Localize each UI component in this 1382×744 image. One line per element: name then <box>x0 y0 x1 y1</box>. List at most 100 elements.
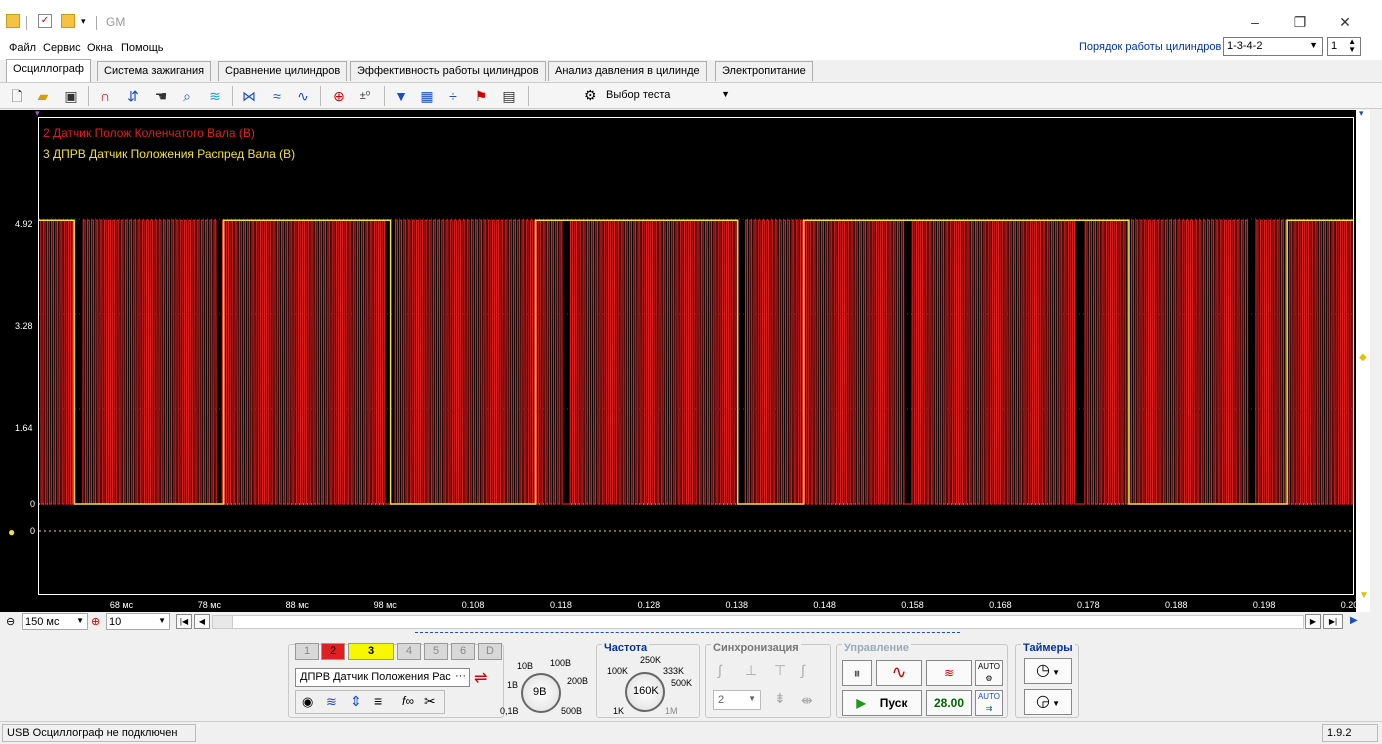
prev-page-button[interactable]: ◀ <box>194 614 210 629</box>
ellipsis-icon[interactable]: ··· <box>455 670 466 682</box>
chevron-down-icon: ▼ <box>748 694 756 703</box>
tab-cylinder-efficiency[interactable]: Эффективность работы цилиндров <box>350 61 546 81</box>
x-tick-label: 0.138 <box>725 600 748 610</box>
filter-icon[interactable]: ▼ <box>392 87 410 105</box>
start-label: Пуск <box>879 696 908 710</box>
zero-offset-icon[interactable]: ±⁰ <box>356 87 374 105</box>
multi-wave-button[interactable]: ≋ <box>926 660 972 686</box>
zero-level-marker[interactable]: ● <box>8 525 15 539</box>
menu-help[interactable]: Помощь <box>121 42 164 54</box>
channel-2-button[interactable]: 2 <box>321 643 345 660</box>
channel-4-button[interactable]: 4 <box>397 643 421 660</box>
waveform-overlay-icon[interactable]: ∿ <box>294 87 312 105</box>
marker-icon[interactable]: ⚑ <box>472 87 490 105</box>
menu-file[interactable]: Файл <box>9 42 36 54</box>
falling-edge-icon[interactable]: ∫ <box>801 662 805 678</box>
tab-ignition[interactable]: Система зажигания <box>97 61 212 81</box>
channel-6-button[interactable]: 6 <box>451 643 475 660</box>
split-icon[interactable]: ÷ <box>444 87 462 105</box>
single-wave-button[interactable]: ∿ <box>876 660 922 686</box>
channel-name-field[interactable]: ДПРВ Датчик Положения Рас ··· <box>295 668 470 687</box>
tools-icon[interactable]: ✂ <box>424 693 436 710</box>
quick-access-dropdown-icon[interactable]: ▾ <box>81 14 95 28</box>
table-icon[interactable]: ▦ <box>418 87 436 105</box>
restore-button[interactable]: ❐ <box>1290 12 1310 32</box>
channel-3-button[interactable]: 3 <box>348 643 394 660</box>
auto-trigger-icon[interactable]: ⊕ <box>330 87 348 105</box>
function-icon[interactable]: f∞ <box>402 694 414 708</box>
hand-icon[interactable]: ☚ <box>152 87 170 105</box>
tab-cylinder-pressure[interactable]: Анализ давления в цилинде <box>548 61 707 81</box>
zoom-select[interactable]: 10 ▼ <box>106 613 170 630</box>
cursor-icon[interactable]: ∩ <box>96 87 114 105</box>
time-div-select[interactable]: 150 мс ▼ <box>22 613 88 630</box>
sync-position-icon[interactable]: ⇼ <box>801 692 813 709</box>
horizontal-scrollbar[interactable] <box>212 615 1304 629</box>
scroll-thumb[interactable] <box>213 616 233 628</box>
cylinder-number-stepper[interactable]: 1 ▲ ▼ <box>1327 37 1361 56</box>
measure-icon[interactable]: ⇵ <box>124 87 142 105</box>
open-folder-icon[interactable]: ▰ <box>34 87 52 105</box>
minimize-button[interactable]: – <box>1245 12 1265 32</box>
waveform-compress-icon[interactable]: ⋈ <box>240 87 258 105</box>
first-page-button[interactable]: |◀ <box>176 614 192 629</box>
frequency-title: Частота <box>602 642 650 654</box>
app-title: GM <box>106 15 126 29</box>
tab-cylinder-compare[interactable]: Сравнение цилиндров <box>218 61 348 81</box>
pulse-up-icon[interactable]: ⊥ <box>745 662 757 679</box>
trigger-level-marker[interactable]: ◆ <box>1359 352 1367 363</box>
cylinder-order-select[interactable]: 1-3-4-2 ▼ <box>1223 37 1323 56</box>
channel-swap-icon[interactable]: ⇌ <box>474 668 487 688</box>
tab-power[interactable]: Электропитание <box>715 61 813 81</box>
next-page-button[interactable]: ▶ <box>1305 614 1321 629</box>
plot-area[interactable]: 2 Датчик Полож Коленчатого Вала (В) 3 ДП… <box>38 117 1354 595</box>
save-icon[interactable]: ▣ <box>62 87 80 105</box>
layers-icon[interactable]: ≋ <box>206 87 224 105</box>
channel-5-button[interactable]: 5 <box>424 643 448 660</box>
timer-2-button[interactable]: ◶ ▼ <box>1024 689 1072 715</box>
lines-icon[interactable]: ≡ <box>374 693 382 709</box>
timer-1-button[interactable]: ◷ ▼ <box>1024 658 1072 684</box>
channel-1-button[interactable]: 1 <box>295 643 319 660</box>
separator <box>96 16 97 30</box>
test-select[interactable]: ⚙ Выбор теста ▼ <box>578 86 736 106</box>
last-page-button[interactable]: ▶| <box>1323 614 1343 629</box>
pause-button[interactable]: ⏸ <box>842 660 872 686</box>
voltage-knob[interactable]: 9В <box>521 673 561 713</box>
sync-channel-value: 2 <box>718 694 725 706</box>
tab-oscilloscope[interactable]: Осциллограф <box>6 59 91 82</box>
eye-icon[interactable]: ◉ <box>302 694 313 710</box>
vertical-scale-icon[interactable]: ⇕ <box>350 693 362 710</box>
auto-sync-button[interactable]: AUTO ⇉ <box>975 690 1003 716</box>
auto-scale-button[interactable]: AUTO ⚙ <box>975 660 1003 686</box>
play-icon[interactable]: ▶ <box>1350 615 1358 626</box>
menu-service[interactable]: Сервис <box>43 42 81 54</box>
folder-open-icon[interactable] <box>61 14 75 28</box>
start-button[interactable]: ▶ Пуск <box>842 690 922 716</box>
zoom-out-icon[interactable]: ⊖ <box>6 615 15 628</box>
new-file-icon[interactable]: 🗋 <box>8 87 26 105</box>
cursor-marker[interactable]: ▾ <box>1359 108 1364 119</box>
series-crank-line <box>39 219 1353 505</box>
frequency-knob[interactable]: 160K <box>625 672 665 712</box>
channel-d-button[interactable]: D <box>478 643 502 660</box>
notes-icon[interactable]: ▤ <box>500 87 518 105</box>
sync-level-icon[interactable]: ⇟ <box>774 690 786 707</box>
folder-icon[interactable] <box>6 14 20 28</box>
checklist-icon[interactable]: ✓ <box>38 14 52 28</box>
zoom-icon[interactable]: ⌕ <box>178 87 196 105</box>
waveform-icon[interactable]: ≋ <box>326 694 337 710</box>
sync-channel-select[interactable]: 2 ▼ <box>713 690 761 710</box>
pulse-down-icon[interactable]: ⊤ <box>774 662 786 679</box>
zoom-in-icon[interactable]: ⊕ <box>91 615 100 628</box>
rising-edge-icon[interactable]: ∫ <box>718 662 722 678</box>
waveform-svg <box>39 218 1353 532</box>
rate-display[interactable]: 28.00 <box>926 690 972 716</box>
spin-arrows-icon[interactable]: ▲ ▼ <box>1348 38 1356 54</box>
splitter-handle[interactable] <box>415 632 960 637</box>
close-button[interactable]: ✕ <box>1335 12 1355 32</box>
waveform-stack-icon[interactable]: ≈ <box>268 87 286 105</box>
menu-windows[interactable]: Окна <box>87 42 113 54</box>
legend-crank: 2 Датчик Полож Коленчатого Вала (В) <box>43 126 255 140</box>
y-tick-label: 0 <box>30 499 36 509</box>
